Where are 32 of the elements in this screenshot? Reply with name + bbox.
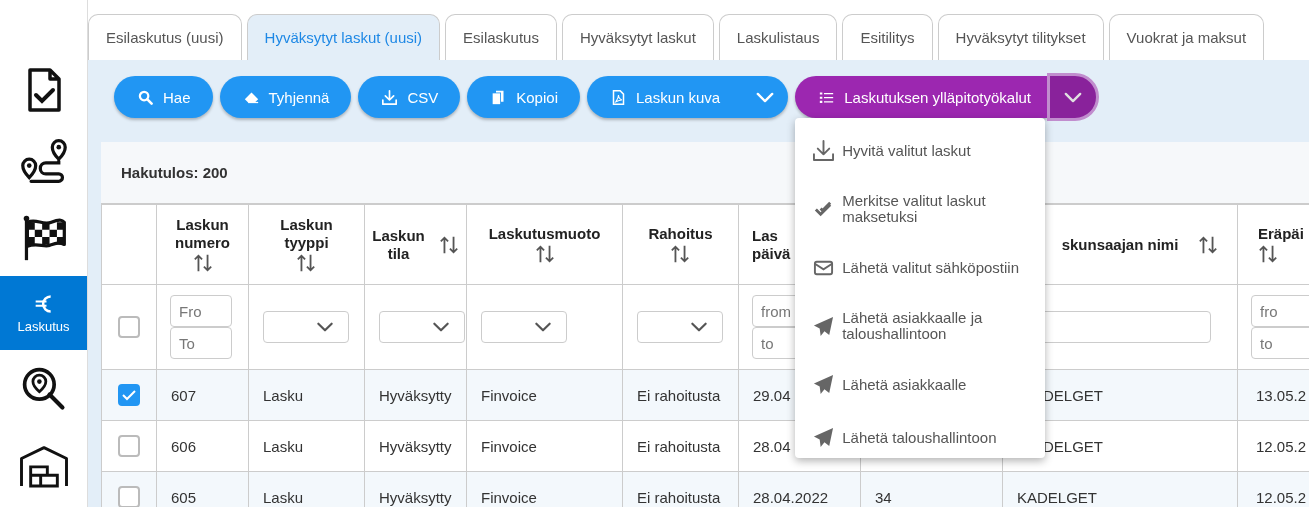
table-cell: Finvoice (481, 386, 537, 404)
column-header: Laskutusmuoto (488, 224, 601, 243)
table-cell: Hyväksytty (379, 488, 452, 506)
table-cell: Finvoice (481, 488, 537, 506)
column-header: Laskun tyyppi (280, 215, 333, 252)
table-cell: 34 (875, 488, 892, 506)
table-cell: Ei rahoitusta (637, 386, 721, 404)
table-cell: Hyväksytty (379, 386, 452, 404)
table-cell: Finvoice (481, 437, 537, 455)
table-cell: Hyväksytty (379, 437, 452, 455)
table-cell: Lasku (263, 386, 304, 404)
table-cell: Ei rahoitusta (637, 437, 721, 455)
column-header: Las päivä (752, 226, 791, 263)
table-cell: KADELGET (1017, 488, 1098, 506)
column-header: Laskun numero (175, 215, 230, 252)
table-cell: 607 (171, 386, 197, 404)
column-header: Laskun tila (372, 226, 425, 263)
table-cell: Lasku (263, 437, 304, 455)
column-header: skunsaajan nimi (1061, 235, 1179, 254)
column-header: Rahoitus (648, 224, 713, 243)
table-cell: Lasku (263, 488, 304, 506)
table-cell: 13.05.2 (1256, 386, 1307, 404)
table-cell: 29.04 (753, 386, 791, 404)
table-cell: 12.05.2 (1256, 437, 1307, 455)
table-cell: 605 (171, 488, 197, 506)
table-cell: 12.05.2 (1256, 488, 1307, 506)
table-cell: 28.04 (753, 437, 791, 455)
column-header: Eräpäi (1258, 224, 1304, 243)
table-cell: 606 (171, 437, 197, 455)
table-cell: Ei rahoitusta (637, 488, 721, 506)
table-cell: 28.04.2022 (753, 488, 829, 506)
result-count: Hakutulos: 200 (121, 164, 228, 181)
